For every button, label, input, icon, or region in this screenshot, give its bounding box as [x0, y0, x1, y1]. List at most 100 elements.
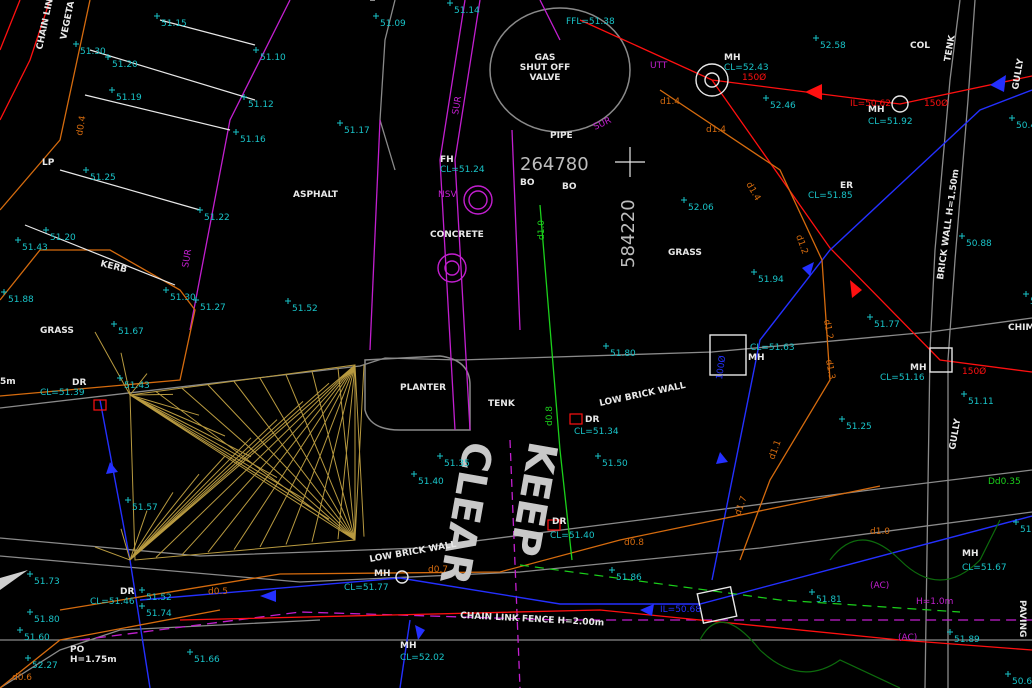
- depth-label: d1.4: [660, 97, 680, 107]
- survey-drawing-canvas: 264780 584220 KEEP CLEAR GAS SHUT OFF VA…: [0, 0, 1032, 688]
- grass-label-left: GRASS: [40, 326, 74, 336]
- spot-level: 51.17: [344, 126, 370, 136]
- level-marker: [867, 314, 873, 320]
- mh-cover-level-5: CL=51.77: [344, 583, 389, 593]
- kerb-label: KERB: [99, 259, 128, 275]
- level-marker: [681, 197, 687, 203]
- spot-level: 51.14: [454, 6, 480, 16]
- spot-level: 51.43: [22, 243, 48, 253]
- po-label: PO: [70, 645, 85, 655]
- level-marker: [139, 603, 145, 609]
- spot-level: 50.6: [1012, 677, 1032, 687]
- planter-label: PLANTER: [400, 383, 446, 393]
- spot-level: 51.81: [816, 595, 842, 605]
- pipe-dia-label: 150Ø: [742, 72, 766, 83]
- er-cover-level: CL=51.85: [808, 191, 853, 201]
- level-marker: [285, 298, 291, 304]
- mh-label-3: MH: [748, 353, 765, 363]
- offset-label: 5m: [0, 377, 16, 387]
- chim-label: CHIM: [1008, 323, 1032, 333]
- spot-level: 51.25: [90, 173, 116, 183]
- ffl-label: FFL=51.38: [566, 17, 615, 27]
- asphalt-label: ASPHALT: [293, 190, 339, 200]
- spot-level: 51.40: [418, 477, 444, 487]
- northing-label: 584220: [618, 199, 639, 268]
- depth-label-16: d0.8: [545, 406, 555, 426]
- mh-cover-level-3: CL=51.63: [750, 343, 795, 353]
- depth-label-14: d0.6: [12, 673, 32, 683]
- level-marker: [839, 416, 845, 422]
- spot-level: 51.88: [8, 295, 34, 305]
- paving-label: PAVING: [1017, 600, 1027, 637]
- level-marker: [1023, 291, 1029, 297]
- cad-survey-plan: 264780 584220 KEEP CLEAR GAS SHUT OFF VA…: [0, 0, 1032, 688]
- invert-level-label-2: IL=50.68: [660, 605, 701, 615]
- lp-label: LP: [42, 158, 55, 168]
- spot-level: 51.32: [1020, 525, 1032, 535]
- spot-level: 51.20: [50, 233, 76, 243]
- spot-level: 51.22: [204, 213, 230, 223]
- gas-valve-label-3: VALVE: [530, 73, 561, 83]
- level-marker: [163, 287, 169, 293]
- level-marker: [763, 95, 769, 101]
- pipe-dia-label-4: 100Ø: [714, 355, 728, 381]
- spot-level: 52.27: [32, 661, 58, 671]
- mh-cover-level-6: CL=52.02: [400, 653, 445, 663]
- spot-level: 51.94: [758, 275, 784, 285]
- depth-label-4: d1.2: [793, 234, 809, 256]
- hatch-area: [94, 331, 365, 561]
- dr-label-3: DR: [552, 517, 566, 527]
- mh-label-5: MH: [374, 569, 391, 579]
- spot-level: 51.80: [610, 349, 636, 359]
- pipe-dia-label-3: 150Ø: [962, 366, 986, 377]
- depth-label-15: d1.0: [537, 220, 547, 240]
- depth-label-12: d0.5: [208, 587, 228, 597]
- pipe-label: PIPE: [550, 131, 573, 141]
- spot-level: 51.30: [80, 47, 106, 57]
- spot-level: 51.86: [616, 573, 642, 583]
- fh-cover-level: CL=51.24: [440, 165, 485, 175]
- keep-marking: KEEP: [500, 438, 565, 559]
- spot-level: 51.16: [240, 135, 266, 145]
- level-marker: [154, 13, 160, 19]
- sur-label: SUR: [592, 116, 613, 133]
- depth-label-11: d0.7: [428, 565, 448, 575]
- gas-valve-label-2: SHUT OFF: [520, 63, 571, 73]
- utt-label: UTT: [650, 61, 668, 71]
- level-marker: [27, 571, 33, 577]
- level-marker: [1, 289, 7, 295]
- er-label: ER: [840, 181, 853, 191]
- flow-arrows: [0, 75, 1006, 640]
- spot-level: 51.09: [380, 19, 406, 29]
- depth-label-2: d1.4: [706, 125, 726, 135]
- level-marker: [233, 129, 239, 135]
- invert-level-label: IL=50.62: [850, 99, 891, 109]
- spot-level: 51.25: [846, 422, 872, 432]
- tenk-label-top: TENK: [943, 33, 958, 62]
- mh-label-6: MH: [400, 641, 417, 651]
- level-marker: [447, 0, 453, 6]
- level-marker: [595, 453, 601, 459]
- spot-level: 52.58: [820, 41, 846, 51]
- level-marker: [437, 453, 443, 459]
- spot-level: 51.60: [24, 633, 50, 643]
- chain-link-label-left: CHAIN LINK: [35, 0, 57, 51]
- spot-level: 51.80: [34, 615, 60, 625]
- ac-label-2: (AC): [898, 633, 917, 643]
- spot-level: 51.27: [200, 303, 226, 313]
- tenk-label: TENK: [488, 399, 516, 409]
- depth-label-17: Dd0.35: [988, 477, 1021, 487]
- bo-label: BO: [520, 178, 535, 188]
- depth-label-9: d1.0: [870, 527, 890, 537]
- level-marker: [17, 627, 23, 633]
- spot-level: 51.57: [132, 503, 158, 513]
- mh-cover-level-2: CL=51.92: [868, 117, 913, 127]
- mh-cover-level-7: CL=51.67: [962, 563, 1007, 573]
- level-marker: [125, 497, 131, 503]
- spot-level: 52.06: [688, 203, 714, 213]
- dr-cover-level-4: CL=51.46: [90, 597, 135, 607]
- fh-label: FH: [440, 155, 454, 165]
- level-marker: [1009, 115, 1015, 121]
- depth-label-3: d1.4: [743, 181, 762, 204]
- spot-level: 50.47: [1016, 121, 1032, 131]
